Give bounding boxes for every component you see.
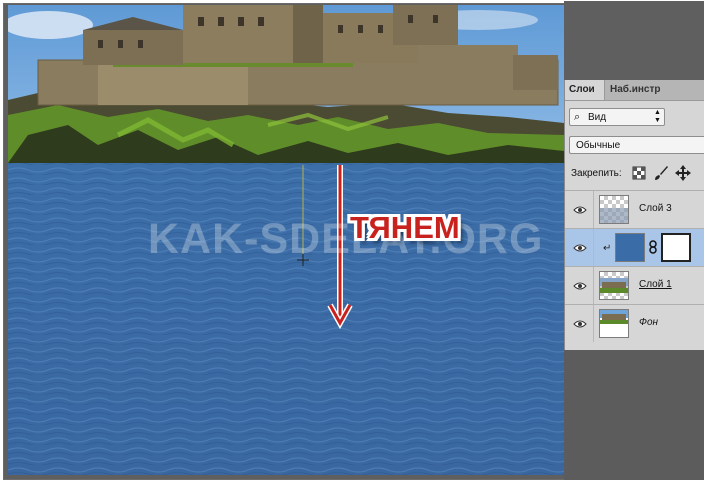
search-icon: ⌕ [574, 111, 581, 123]
layer-filter-value: Вид [588, 112, 607, 123]
document-canvas[interactable]: KAK-SDELAT.ORG ТЯНЕМ [8, 5, 564, 475]
lock-transparency-icon[interactable] [631, 165, 647, 181]
layer-divider [593, 267, 594, 304]
eye-icon[interactable] [573, 203, 587, 215]
workspace-background [564, 1, 704, 80]
layer-divider [593, 229, 594, 266]
layer-divider [593, 191, 594, 228]
lock-move-icon[interactable] [675, 165, 691, 181]
fill-thumbnail [615, 233, 645, 262]
layer-row-sloy-1[interactable]: Слой 1 [565, 266, 704, 304]
layer-thumbnail [599, 309, 629, 338]
eye-icon[interactable] [573, 241, 587, 253]
layer-divider [593, 305, 594, 342]
layers-panel: Слои Наб.инстр ⌕ Вид ▲ ▼ Обычные Закрепит… [564, 80, 704, 350]
eye-icon[interactable] [573, 317, 587, 329]
blend-mode-select[interactable]: Обычные [569, 136, 704, 154]
layer-name: Слой 1 [639, 279, 672, 290]
link-chain-icon[interactable] [649, 240, 657, 259]
layer-row-color-fill[interactable]: ↵ [565, 228, 704, 266]
layer-name: Слой 3 [639, 203, 672, 214]
eye-icon[interactable] [573, 279, 587, 291]
tab-layers[interactable]: Слои [565, 80, 605, 100]
tab-tool-presets[interactable]: Наб.инстр [606, 80, 686, 100]
lock-label: Закрепить: [571, 168, 622, 179]
lock-brush-icon[interactable] [653, 165, 669, 181]
layer-thumbnail [599, 271, 629, 300]
blend-mode-value: Обычные [576, 140, 621, 151]
workspace-background [564, 350, 704, 480]
layer-filter-select[interactable]: ⌕ Вид ▲ ▼ [569, 108, 665, 126]
layer-row-fon[interactable]: Фон [565, 304, 704, 342]
lock-row: Закрепить: [565, 164, 704, 184]
panel-tab-bar: Слои Наб.инстр [565, 80, 704, 101]
layer-thumbnail [599, 195, 629, 224]
spinner-arrows-icon: ▲ ▼ [654, 109, 661, 124]
layer-mask-thumbnail[interactable] [661, 233, 691, 262]
layer-row-sloy-3[interactable]: Слой 3 [565, 190, 704, 228]
clipping-arrow-icon: ↵ [603, 243, 612, 254]
layer-name: Фон [639, 317, 659, 328]
drag-label: ТЯНЕМ [350, 210, 460, 245]
